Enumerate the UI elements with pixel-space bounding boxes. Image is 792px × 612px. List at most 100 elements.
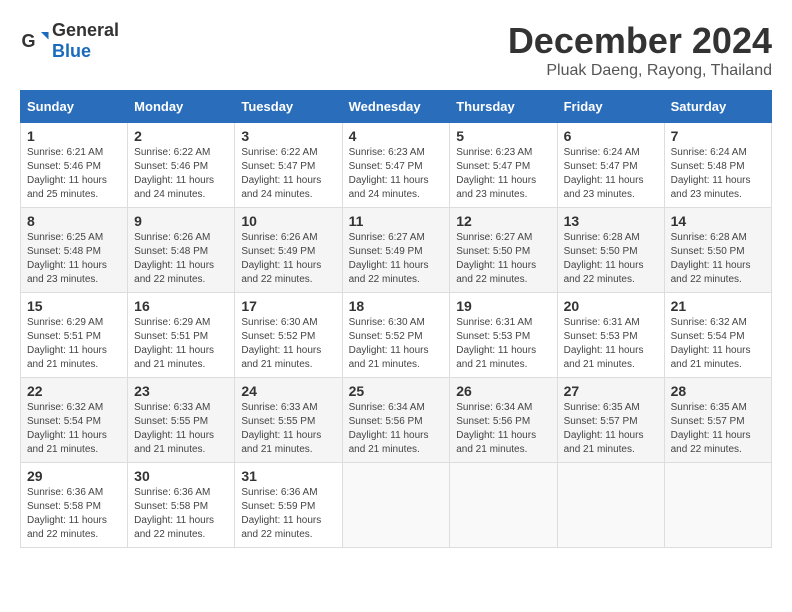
weekday-header-wednesday: Wednesday <box>342 91 450 123</box>
day-number: 9 <box>134 213 228 229</box>
calendar-cell: 20 Sunrise: 6:31 AMSunset: 5:53 PMDaylig… <box>557 293 664 378</box>
day-info: Sunrise: 6:34 AMSunset: 5:56 PMDaylight:… <box>349 402 429 455</box>
calendar-cell <box>450 463 557 548</box>
day-number: 21 <box>671 298 765 314</box>
day-info: Sunrise: 6:28 AMSunset: 5:50 PMDaylight:… <box>564 232 644 285</box>
day-info: Sunrise: 6:24 AMSunset: 5:47 PMDaylight:… <box>564 147 644 200</box>
title-section: December 2024 Pluak Daeng, Rayong, Thail… <box>508 20 772 80</box>
day-info: Sunrise: 6:33 AMSunset: 5:55 PMDaylight:… <box>134 402 214 455</box>
day-number: 8 <box>27 213 121 229</box>
day-info: Sunrise: 6:34 AMSunset: 5:56 PMDaylight:… <box>456 402 536 455</box>
weekday-header-saturday: Saturday <box>664 91 771 123</box>
calendar-cell: 3 Sunrise: 6:22 AMSunset: 5:47 PMDayligh… <box>235 123 342 208</box>
location-title: Pluak Daeng, Rayong, Thailand <box>508 62 772 80</box>
day-number: 16 <box>134 298 228 314</box>
logo: G General Blue <box>20 20 119 62</box>
day-info: Sunrise: 6:36 AMSunset: 5:58 PMDaylight:… <box>134 487 214 540</box>
weekday-header-row: SundayMondayTuesdayWednesdayThursdayFrid… <box>21 91 772 123</box>
day-number: 27 <box>564 383 658 399</box>
calendar-cell <box>557 463 664 548</box>
day-number: 11 <box>349 213 444 229</box>
logo-general: General <box>52 20 119 40</box>
calendar-cell: 24 Sunrise: 6:33 AMSunset: 5:55 PMDaylig… <box>235 378 342 463</box>
calendar-week-4: 22 Sunrise: 6:32 AMSunset: 5:54 PMDaylig… <box>21 378 772 463</box>
day-info: Sunrise: 6:23 AMSunset: 5:47 PMDaylight:… <box>349 147 429 200</box>
day-number: 30 <box>134 468 228 484</box>
day-info: Sunrise: 6:24 AMSunset: 5:48 PMDaylight:… <box>671 147 751 200</box>
calendar-cell: 19 Sunrise: 6:31 AMSunset: 5:53 PMDaylig… <box>450 293 557 378</box>
header: G General Blue December 2024 Pluak Daeng… <box>20 20 772 80</box>
day-info: Sunrise: 6:29 AMSunset: 5:51 PMDaylight:… <box>27 317 107 370</box>
calendar-cell: 12 Sunrise: 6:27 AMSunset: 5:50 PMDaylig… <box>450 208 557 293</box>
logo-blue: Blue <box>52 41 91 61</box>
calendar-cell: 31 Sunrise: 6:36 AMSunset: 5:59 PMDaylig… <box>235 463 342 548</box>
calendar-cell: 7 Sunrise: 6:24 AMSunset: 5:48 PMDayligh… <box>664 123 771 208</box>
day-number: 6 <box>564 128 658 144</box>
day-info: Sunrise: 6:26 AMSunset: 5:48 PMDaylight:… <box>134 232 214 285</box>
day-number: 23 <box>134 383 228 399</box>
calendar-cell: 16 Sunrise: 6:29 AMSunset: 5:51 PMDaylig… <box>128 293 235 378</box>
calendar-cell: 28 Sunrise: 6:35 AMSunset: 5:57 PMDaylig… <box>664 378 771 463</box>
calendar-cell: 8 Sunrise: 6:25 AMSunset: 5:48 PMDayligh… <box>21 208 128 293</box>
calendar-cell: 25 Sunrise: 6:34 AMSunset: 5:56 PMDaylig… <box>342 378 450 463</box>
day-number: 28 <box>671 383 765 399</box>
day-number: 26 <box>456 383 550 399</box>
day-info: Sunrise: 6:29 AMSunset: 5:51 PMDaylight:… <box>134 317 214 370</box>
day-info: Sunrise: 6:30 AMSunset: 5:52 PMDaylight:… <box>349 317 429 370</box>
day-number: 31 <box>241 468 335 484</box>
day-number: 1 <box>27 128 121 144</box>
day-info: Sunrise: 6:36 AMSunset: 5:58 PMDaylight:… <box>27 487 107 540</box>
calendar-week-1: 1 Sunrise: 6:21 AMSunset: 5:46 PMDayligh… <box>21 123 772 208</box>
day-number: 5 <box>456 128 550 144</box>
calendar-cell <box>664 463 771 548</box>
calendar-table: SundayMondayTuesdayWednesdayThursdayFrid… <box>20 90 772 548</box>
calendar-cell <box>342 463 450 548</box>
day-info: Sunrise: 6:21 AMSunset: 5:46 PMDaylight:… <box>27 147 107 200</box>
calendar-cell: 14 Sunrise: 6:28 AMSunset: 5:50 PMDaylig… <box>664 208 771 293</box>
day-info: Sunrise: 6:33 AMSunset: 5:55 PMDaylight:… <box>241 402 321 455</box>
day-number: 10 <box>241 213 335 229</box>
calendar-cell: 11 Sunrise: 6:27 AMSunset: 5:49 PMDaylig… <box>342 208 450 293</box>
day-info: Sunrise: 6:31 AMSunset: 5:53 PMDaylight:… <box>456 317 536 370</box>
day-number: 22 <box>27 383 121 399</box>
day-info: Sunrise: 6:25 AMSunset: 5:48 PMDaylight:… <box>27 232 107 285</box>
weekday-header-monday: Monday <box>128 91 235 123</box>
day-info: Sunrise: 6:35 AMSunset: 5:57 PMDaylight:… <box>671 402 751 455</box>
day-number: 13 <box>564 213 658 229</box>
svg-text:G: G <box>22 31 36 51</box>
day-number: 18 <box>349 298 444 314</box>
day-number: 24 <box>241 383 335 399</box>
calendar-cell: 21 Sunrise: 6:32 AMSunset: 5:54 PMDaylig… <box>664 293 771 378</box>
calendar-cell: 22 Sunrise: 6:32 AMSunset: 5:54 PMDaylig… <box>21 378 128 463</box>
day-info: Sunrise: 6:32 AMSunset: 5:54 PMDaylight:… <box>27 402 107 455</box>
day-number: 14 <box>671 213 765 229</box>
day-number: 3 <box>241 128 335 144</box>
calendar-cell: 13 Sunrise: 6:28 AMSunset: 5:50 PMDaylig… <box>557 208 664 293</box>
calendar-cell: 2 Sunrise: 6:22 AMSunset: 5:46 PMDayligh… <box>128 123 235 208</box>
calendar-cell: 23 Sunrise: 6:33 AMSunset: 5:55 PMDaylig… <box>128 378 235 463</box>
day-number: 15 <box>27 298 121 314</box>
calendar-cell: 6 Sunrise: 6:24 AMSunset: 5:47 PMDayligh… <box>557 123 664 208</box>
calendar-cell: 27 Sunrise: 6:35 AMSunset: 5:57 PMDaylig… <box>557 378 664 463</box>
calendar-cell: 29 Sunrise: 6:36 AMSunset: 5:58 PMDaylig… <box>21 463 128 548</box>
day-number: 2 <box>134 128 228 144</box>
day-info: Sunrise: 6:23 AMSunset: 5:47 PMDaylight:… <box>456 147 536 200</box>
day-info: Sunrise: 6:28 AMSunset: 5:50 PMDaylight:… <box>671 232 751 285</box>
day-info: Sunrise: 6:35 AMSunset: 5:57 PMDaylight:… <box>564 402 644 455</box>
day-info: Sunrise: 6:22 AMSunset: 5:47 PMDaylight:… <box>241 147 321 200</box>
day-info: Sunrise: 6:30 AMSunset: 5:52 PMDaylight:… <box>241 317 321 370</box>
calendar-week-5: 29 Sunrise: 6:36 AMSunset: 5:58 PMDaylig… <box>21 463 772 548</box>
calendar-week-2: 8 Sunrise: 6:25 AMSunset: 5:48 PMDayligh… <box>21 208 772 293</box>
day-number: 25 <box>349 383 444 399</box>
day-number: 19 <box>456 298 550 314</box>
day-info: Sunrise: 6:26 AMSunset: 5:49 PMDaylight:… <box>241 232 321 285</box>
logo-icon: G <box>20 26 50 56</box>
weekday-header-friday: Friday <box>557 91 664 123</box>
calendar-cell: 26 Sunrise: 6:34 AMSunset: 5:56 PMDaylig… <box>450 378 557 463</box>
day-info: Sunrise: 6:22 AMSunset: 5:46 PMDaylight:… <box>134 147 214 200</box>
month-title: December 2024 <box>508 20 772 62</box>
day-info: Sunrise: 6:36 AMSunset: 5:59 PMDaylight:… <box>241 487 321 540</box>
day-number: 17 <box>241 298 335 314</box>
day-number: 7 <box>671 128 765 144</box>
day-number: 29 <box>27 468 121 484</box>
